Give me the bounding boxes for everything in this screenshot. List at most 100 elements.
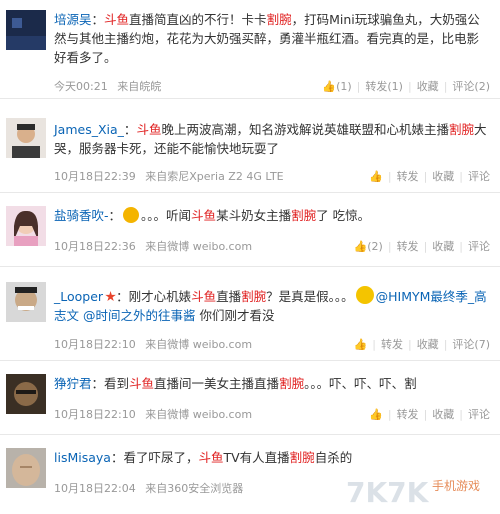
forward-link[interactable]: 转发 xyxy=(397,408,419,421)
highlight-keyword: 斗鱼 xyxy=(198,450,224,465)
user-name-link[interactable]: 狰狞君 xyxy=(54,376,92,391)
post-body: ：看到 xyxy=(91,376,130,391)
post-body: 晚上两波高潮，知名游戏解说英雄联盟和心机婊主播 xyxy=(161,122,449,137)
avatar-image xyxy=(6,374,46,414)
avatar[interactable] xyxy=(6,282,46,322)
post-actions: 👍(2) | 转发 | 收藏 | 评论 xyxy=(353,240,490,253)
user-name-link[interactable]: lisMisaya xyxy=(54,450,111,465)
post-actions: 👍 | 转发 | 收藏 | 评论 xyxy=(369,170,490,183)
like-icon[interactable]: 👍 xyxy=(354,338,368,351)
post-text: James_Xia_：斗鱼晚上两波高潮，知名游戏解说英雄联盟和心机婊主播割腕大哭… xyxy=(54,120,488,158)
post-body: 直播简直凶的不行！卡卡 xyxy=(129,12,267,27)
highlight-keyword: 割腕 xyxy=(291,208,317,223)
watermark-tag: 手机游戏 xyxy=(432,479,480,493)
post-time[interactable]: 今天00:21 xyxy=(54,80,108,93)
post-source[interactable]: 来自微博 weibo.com xyxy=(145,338,252,351)
forward-link[interactable]: 转发 xyxy=(397,240,419,253)
user-name-link[interactable]: James_Xia_ xyxy=(54,122,124,137)
post-actions: 👍(1) | 转发(1) | 收藏 | 评论(2) xyxy=(322,80,490,93)
post-time[interactable]: 10月18日22:39 xyxy=(54,170,136,183)
favorite-link[interactable]: 收藏 xyxy=(432,240,454,253)
mention-link[interactable]: @时间之外的往事酱 xyxy=(83,308,196,323)
post-text: 狰狞君：看到斗鱼直播间一美女主播直播割腕。。。吓、吓、吓、割 xyxy=(54,374,488,393)
comment-link[interactable]: 评论 xyxy=(468,240,490,253)
highlight-keyword: 割腕 xyxy=(448,122,474,137)
post-body: 某斗奶女主播 xyxy=(216,208,292,223)
post-body: ：刚才心机婊 xyxy=(116,289,192,304)
avatar-image xyxy=(6,10,46,50)
post-time[interactable]: 10月18日22:10 xyxy=(54,338,136,351)
avatar[interactable] xyxy=(6,10,46,50)
feed-item: James_Xia_：斗鱼晚上两波高潮，知名游戏解说英雄联盟和心机婊主播割腕大哭… xyxy=(0,98,500,193)
forward-link[interactable]: 转发(1) xyxy=(365,80,403,93)
post-time[interactable]: 10月18日22:36 xyxy=(54,240,136,253)
watermark-brand: 7K7K xyxy=(346,476,430,509)
post-source[interactable]: 来自索尼Xperia Z2 4G LTE xyxy=(145,170,283,183)
favorite-link[interactable]: 收藏 xyxy=(432,408,454,421)
post-time[interactable]: 10月18日22:10 xyxy=(54,408,136,421)
post-body: 直播 xyxy=(216,289,242,304)
feed-item: 盐骑香吹-： 。。。听闻斗鱼某斗奶女主播割腕了 吃惊。 10月18日22:36 来… xyxy=(0,192,500,267)
forward-link[interactable]: 转发 xyxy=(397,170,419,183)
post-body: ： xyxy=(123,122,137,137)
post-meta: 10月18日22:36 来自微博 weibo.com 👍(2) | 转发 | 收藏 | 评论 xyxy=(54,238,490,254)
like-icon[interactable]: 👍 xyxy=(354,240,368,253)
post-source[interactable]: 来自皖皖 xyxy=(117,80,161,93)
highlight-keyword: 割腕 xyxy=(241,289,267,304)
post-meta: 10月18日22:10 来自微博 weibo.com 👍 | 转发 | 收藏 | 评论(7) xyxy=(54,336,490,352)
feed-item: 培源吴：斗鱼直播简直凶的不行！卡卡割腕，打码Mini玩球骗鱼丸，大奶强公然与其他… xyxy=(0,0,500,99)
post-source[interactable]: 来自微博 weibo.com xyxy=(145,240,252,253)
post-text: 培源吴：斗鱼直播简直凶的不行！卡卡割腕，打码Mini玩球骗鱼丸，大奶强公然与其他… xyxy=(54,10,488,67)
post-actions: 👍 | 转发 | 收藏 | 评论(7) xyxy=(353,338,490,351)
avatar[interactable] xyxy=(6,374,46,414)
favorite-link[interactable]: 收藏 xyxy=(417,338,439,351)
vip-star-icon xyxy=(105,291,116,302)
post-body: ： xyxy=(108,208,122,223)
post-body: 。。。听闻 xyxy=(141,208,192,223)
highlight-keyword: 斗鱼 xyxy=(191,289,217,304)
highlight-keyword: 割腕 xyxy=(289,450,315,465)
post-text: _Looper ：刚才心机婊斗鱼直播割腕？是真是假。。。 @HIMYM最终季_高志文… xyxy=(54,286,488,325)
post-meta: 今天00:21 来自皖皖 👍(1) | 转发(1) | 收藏 | 评论(2) xyxy=(54,78,490,94)
avatar[interactable] xyxy=(6,448,46,488)
highlight-keyword: 斗鱼 xyxy=(136,122,162,137)
favorite-link[interactable]: 收藏 xyxy=(432,170,454,183)
avatar-image xyxy=(6,448,46,488)
post-body: ？是真是假。。。 xyxy=(266,289,354,304)
post-body: 自杀的 xyxy=(314,450,353,465)
like-icon[interactable]: 👍 xyxy=(369,408,383,421)
post-body: 了 吃惊。 xyxy=(316,208,371,223)
avatar[interactable] xyxy=(6,206,46,246)
like-icon[interactable]: 👍 xyxy=(322,80,336,93)
forward-link[interactable]: 转发 xyxy=(381,338,403,351)
like-icon[interactable]: 👍 xyxy=(369,170,383,183)
like-count[interactable]: (2) xyxy=(367,240,383,253)
post-body: ：看了吓尿了， xyxy=(110,450,199,465)
post-text: lisMisaya：看了吓尿了，斗鱼TV有人直播割腕自杀的 xyxy=(54,448,488,467)
surprised-emoji-icon xyxy=(355,286,374,304)
site-watermark-logo: 7K7K 手机游戏 xyxy=(346,476,480,509)
user-name-link[interactable]: _Looper xyxy=(54,289,103,304)
post-body: 你们刚才看没 xyxy=(195,308,275,323)
avatar[interactable] xyxy=(6,118,46,158)
comment-link[interactable]: 评论(7) xyxy=(452,338,490,351)
comment-link[interactable]: 评论 xyxy=(468,408,490,421)
post-meta: 10月18日22:39 来自索尼Xperia Z2 4G LTE 👍 | 转发 | 收藏… xyxy=(54,168,490,184)
comment-link[interactable]: 评论(2) xyxy=(452,80,490,93)
comment-link[interactable]: 评论 xyxy=(468,170,490,183)
post-body: 直播间一美女主播直播 xyxy=(154,376,280,391)
post-source[interactable]: 来自微博 weibo.com xyxy=(145,408,252,421)
post-source[interactable]: 来自360安全浏览器 xyxy=(145,482,243,495)
feed-item: 狰狞君：看到斗鱼直播间一美女主播直播割腕。。。吓、吓、吓、割 10月18日22:… xyxy=(0,360,500,435)
highlight-keyword: 割腕 xyxy=(279,376,305,391)
highlight-keyword: 斗鱼 xyxy=(191,208,217,223)
highlight-keyword: 斗鱼 xyxy=(129,376,155,391)
post-time[interactable]: 10月18日22:04 xyxy=(54,482,136,495)
highlight-keyword: 斗鱼 xyxy=(104,12,130,27)
like-count[interactable]: (1) xyxy=(336,80,352,93)
user-name-link[interactable]: 盐骑香吹- xyxy=(54,208,109,223)
favorite-link[interactable]: 收藏 xyxy=(417,80,439,93)
post-body: TV有人直播 xyxy=(223,450,290,465)
post-body: ： xyxy=(91,12,105,27)
user-name-link[interactable]: 培源吴 xyxy=(54,12,92,27)
